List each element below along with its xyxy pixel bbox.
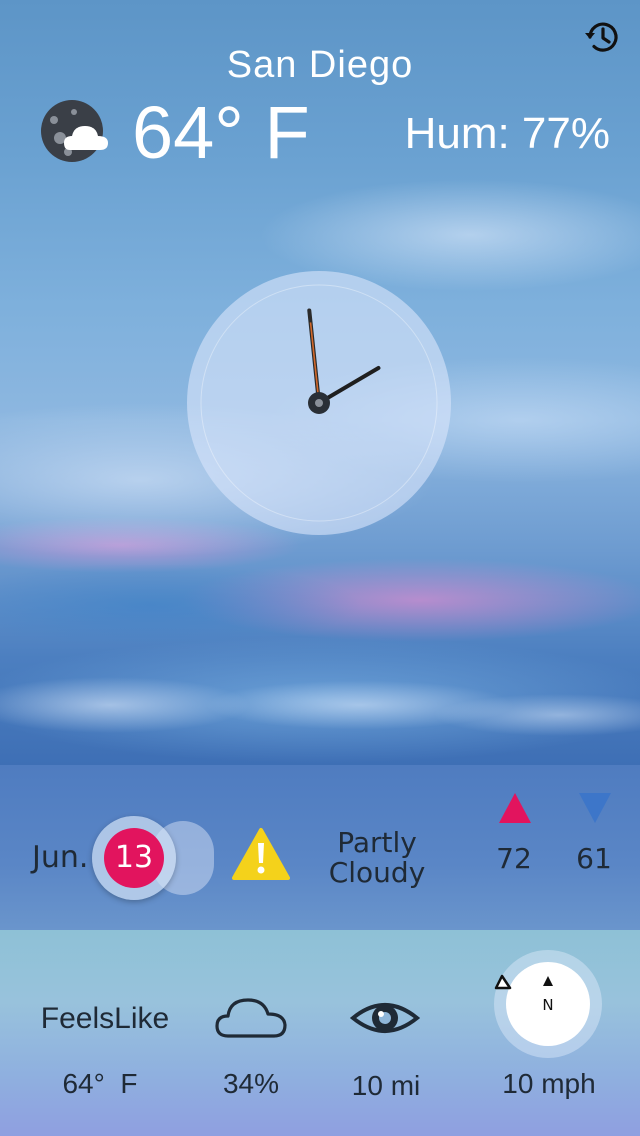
date-toggle[interactable]: 13 bbox=[92, 816, 216, 900]
partly-cloudy-night-icon bbox=[38, 98, 112, 164]
condition-line-1: Partly bbox=[337, 826, 417, 859]
cloud-band bbox=[0, 565, 640, 765]
cloud-icon bbox=[214, 994, 288, 1040]
low-temperature: 61 bbox=[576, 842, 612, 875]
feels-like-value: 64° F bbox=[62, 1068, 138, 1099]
current-temperature: 64° F bbox=[132, 91, 310, 174]
low-temp-arrow-icon bbox=[578, 792, 612, 824]
eye-icon bbox=[349, 996, 421, 1040]
condition-line-2: Cloudy bbox=[328, 856, 426, 889]
city-name: San Diego bbox=[226, 44, 414, 86]
wind-speed-value: 10 mph bbox=[502, 1068, 596, 1099]
day-number: 13 bbox=[104, 828, 164, 888]
analog-clock bbox=[186, 270, 452, 536]
wind-compass: N bbox=[488, 948, 608, 1060]
high-temperature: 72 bbox=[496, 842, 532, 875]
condition-text: Partly Cloudy bbox=[318, 828, 436, 888]
date-toggle-knob: 13 bbox=[92, 816, 176, 900]
feels-like-label: FeelsLike bbox=[40, 1002, 170, 1035]
visibility-value: 10 mi bbox=[351, 1070, 421, 1101]
month-label: Jun. bbox=[32, 840, 89, 875]
cloud-cover-value: 34% bbox=[222, 1068, 280, 1099]
humidity-readout: Hum: 77% bbox=[404, 109, 610, 158]
compass-north-label: N bbox=[542, 996, 553, 1014]
warning-icon[interactable] bbox=[232, 827, 290, 881]
high-temp-arrow-icon bbox=[498, 792, 532, 824]
